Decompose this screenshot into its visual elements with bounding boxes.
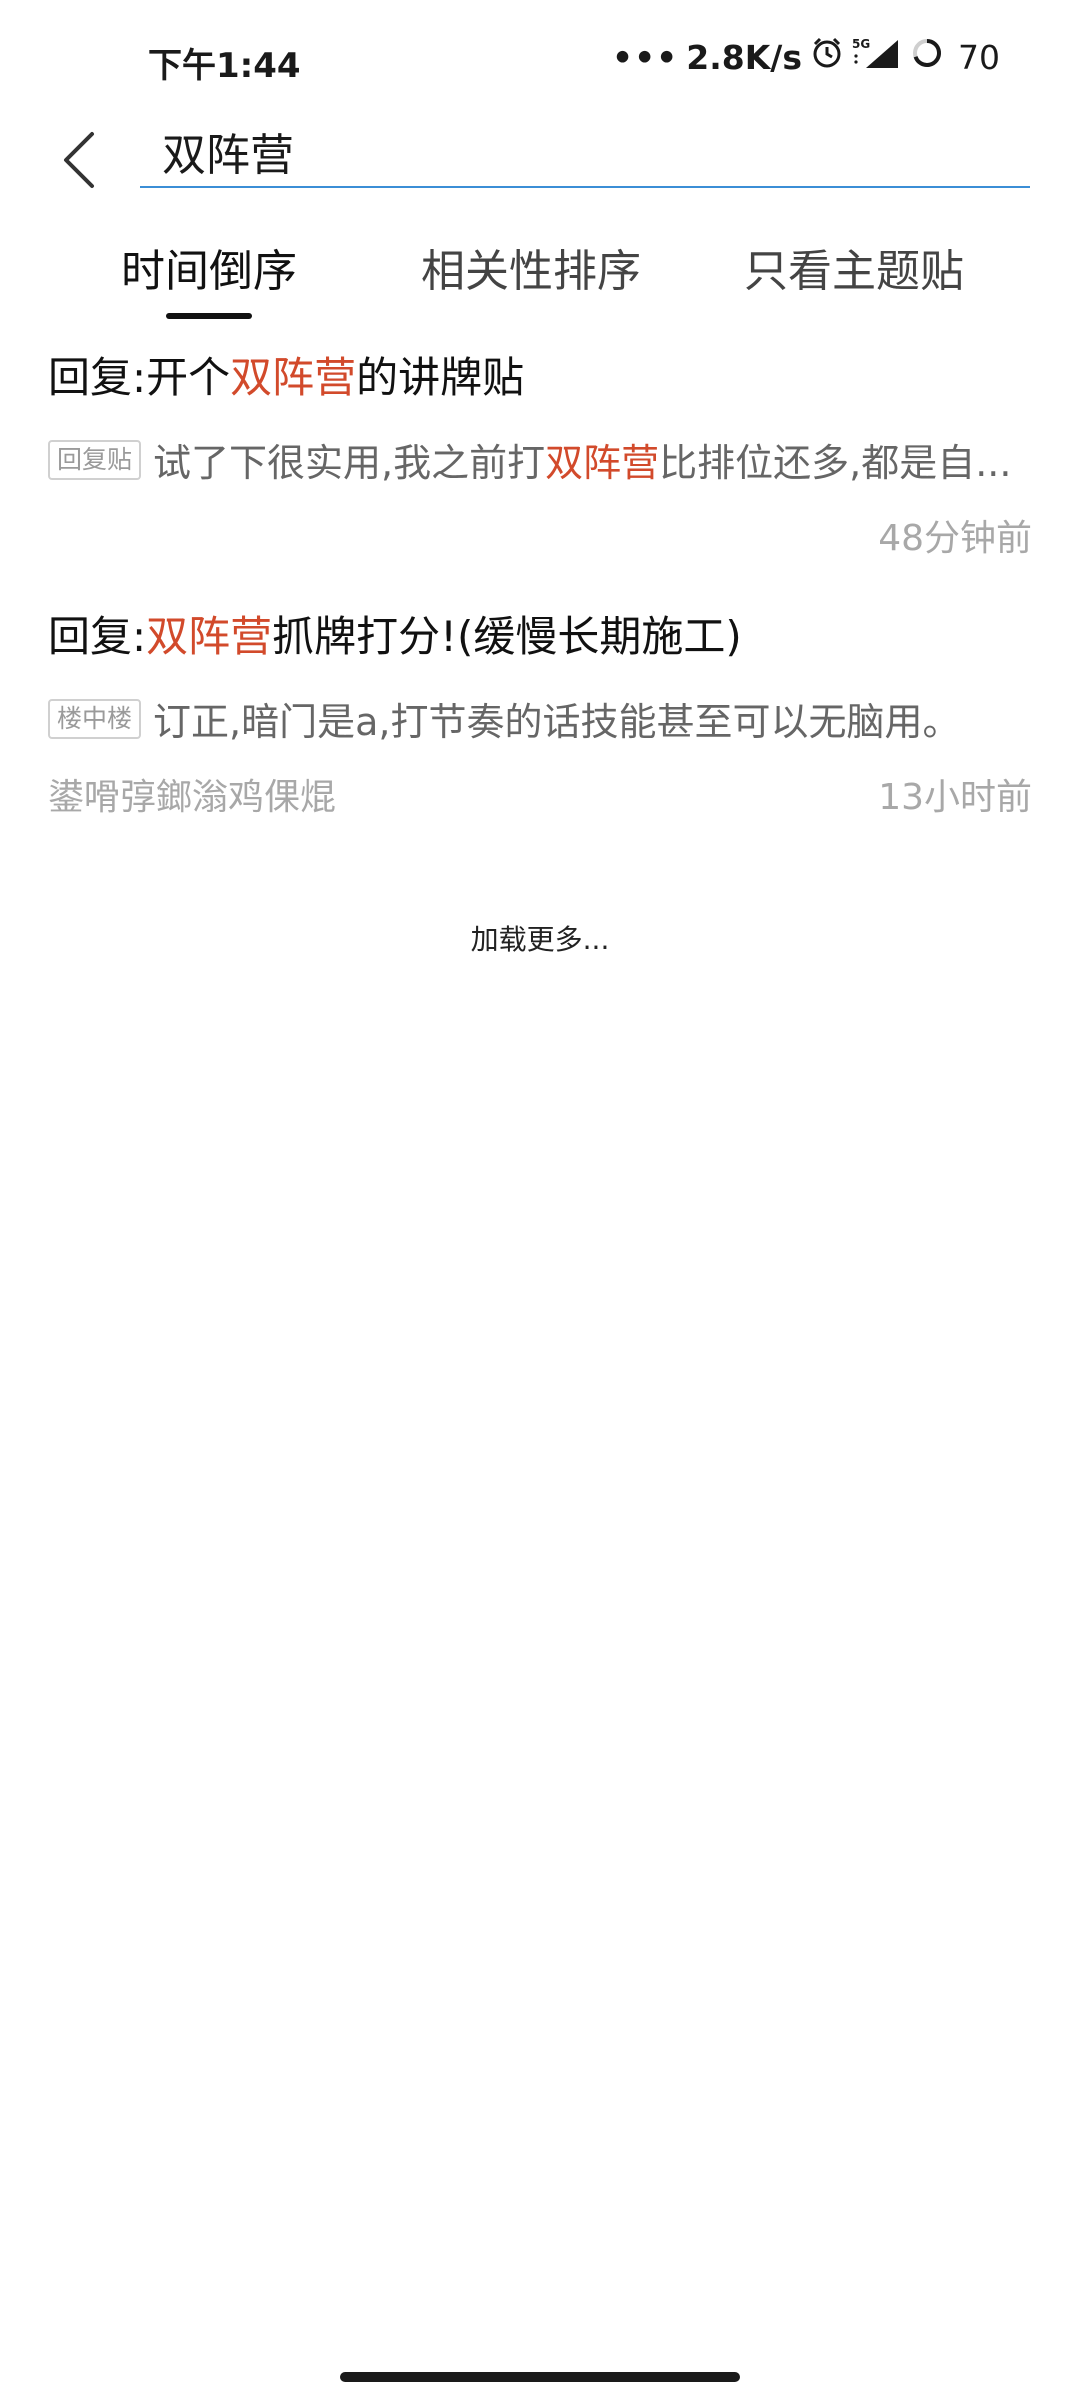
search-header — [0, 110, 1080, 210]
title-suffix: 的讲牌贴 — [356, 353, 525, 402]
result-item[interactable]: 回复:开个双阵营的讲牌贴 回复贴 试了下很实用,我之前打双阵营比排位还多,都是自… — [48, 350, 1032, 561]
search-input[interactable] — [140, 116, 1030, 186]
result-body: 楼中楼 订正,暗门是a,打节奏的话技能甚至可以无脑用。 — [48, 691, 1032, 746]
network-speed: 2.8K/s — [686, 37, 802, 77]
status-right-group: ••• 2.8K/s 5G 70 — [612, 36, 1000, 78]
result-meta: 48分钟前 — [48, 509, 1032, 561]
signal-label: 5G — [852, 37, 870, 51]
search-field[interactable] — [140, 116, 1030, 188]
result-title: 回复:开个双阵营的讲牌贴 — [48, 350, 1032, 406]
title-prefix: 回复: — [48, 612, 147, 661]
title-prefix: 回复:开个 — [48, 353, 231, 402]
alarm-icon — [810, 36, 844, 78]
snippet-prefix: 试了下很实用,我之前打 — [153, 441, 546, 485]
search-results-screen: 下午1:44 ••• 2.8K/s 5G 70 双阵营 时间倒序 相关性排序 只… — [0, 0, 1080, 2400]
reply-tag: 楼中楼 — [48, 698, 142, 739]
more-dots-icon: ••• — [611, 37, 679, 77]
title-suffix: 抓牌打分!(缓慢长期施工) — [272, 612, 742, 661]
battery-level: 70 — [958, 37, 1000, 77]
result-meta: 鍙嗗弴鎯滃鸡倮焜 13小时前 — [48, 768, 1032, 820]
active-tab-indicator — [166, 313, 252, 319]
snippet-suffix: 比排位还多,都是自... — [659, 441, 1012, 485]
signal-5g-icon: 5G — [852, 36, 902, 78]
tab-topics-only[interactable]: 只看主题贴 — [744, 235, 964, 299]
home-indicator[interactable] — [340, 2372, 740, 2382]
result-snippet: 试了下很实用,我之前打双阵营比排位还多,都是自... — [153, 432, 1011, 487]
status-time: 下午1:44 — [148, 46, 301, 86]
snippet-highlight: 双阵营 — [545, 441, 660, 485]
result-item[interactable]: 回复:双阵营抓牌打分!(缓慢长期施工) 楼中楼 订正,暗门是a,打节奏的话技能甚… — [48, 609, 1032, 820]
result-author[interactable]: 鍙嗗弴鎯滃鸡倮焜 — [48, 768, 336, 820]
result-body: 回复贴 试了下很实用,我之前打双阵营比排位还多,都是自... — [48, 432, 1032, 487]
title-highlight: 双阵营 — [146, 612, 273, 661]
result-time: 48分钟前 — [878, 518, 1032, 559]
back-button[interactable] — [52, 122, 108, 194]
status-bar: 下午1:44 ••• 2.8K/s 5G 70 — [0, 0, 1080, 120]
tab-relevance[interactable]: 相关性排序 — [421, 235, 641, 299]
results-list: 回复:开个双阵营的讲牌贴 回复贴 试了下很实用,我之前打双阵营比排位还多,都是自… — [48, 350, 1032, 820]
chevron-left-icon — [64, 132, 94, 188]
load-more-button[interactable]: 加载更多... — [0, 918, 1080, 958]
title-highlight: 双阵营 — [230, 353, 357, 402]
reply-tag: 回复贴 — [48, 439, 142, 480]
tab-time-desc[interactable]: 时间倒序 — [121, 235, 297, 299]
sort-tabs: 时间倒序 相关性排序 只看主题贴 — [0, 225, 1080, 325]
battery-ring-icon — [910, 36, 944, 78]
result-snippet: 订正,暗门是a,打节奏的话技能甚至可以无脑用。 — [153, 691, 960, 746]
result-time: 13小时前 — [878, 777, 1032, 818]
result-title: 回复:双阵营抓牌打分!(缓慢长期施工) — [48, 609, 1032, 665]
snippet-prefix: 订正,暗门是a,打节奏的话技能甚至可以无脑用。 — [153, 700, 961, 744]
